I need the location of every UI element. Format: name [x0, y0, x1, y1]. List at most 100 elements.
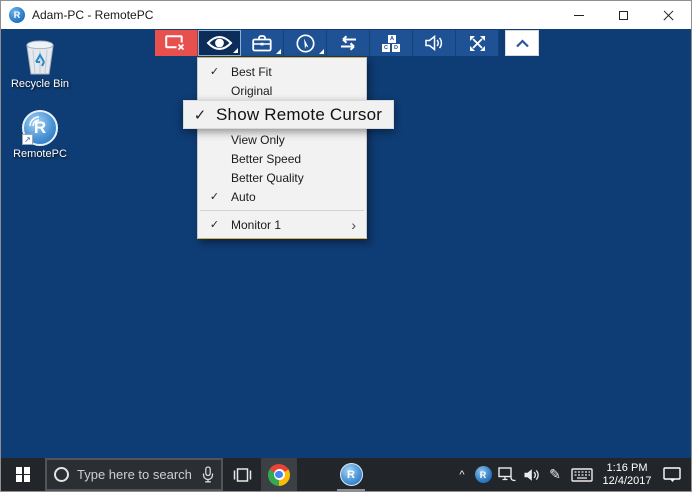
disconnect-icon — [165, 35, 187, 52]
tray-clock-button[interactable]: 1:16 PM 12/4/2017 — [597, 458, 657, 491]
chrome-icon — [268, 464, 290, 486]
dropdown-corner-indicator — [233, 48, 238, 53]
taskbar: Type here to search R — [1, 458, 691, 491]
view-options-menu: ✓ Best Fit Original View Only Better Spe… — [197, 57, 367, 239]
menu-item-label: Better Speed — [231, 152, 301, 166]
clock-date: 12/4/2017 — [603, 475, 652, 488]
desktop-icon-label: RemotePC — [7, 148, 73, 160]
windows-logo-icon — [16, 467, 31, 482]
speaker-icon — [424, 35, 444, 51]
microphone-icon[interactable] — [202, 466, 214, 483]
desktop-icon-recycle-bin[interactable]: Recycle Bin — [7, 40, 73, 90]
check-icon: ✓ — [184, 106, 216, 124]
cortana-icon — [54, 467, 69, 482]
check-icon: ✓ — [198, 190, 231, 203]
task-view-icon — [232, 467, 253, 483]
titlebar[interactable]: R Adam-PC - RemotePC — [1, 1, 691, 29]
menu-item-auto[interactable]: ✓ Auto — [198, 187, 366, 206]
recycle-bin-icon — [23, 40, 57, 76]
disconnect-button[interactable] — [155, 30, 198, 56]
maximize-button[interactable] — [601, 1, 646, 29]
minimize-button[interactable] — [556, 1, 601, 29]
collapse-toolbar-button[interactable] — [505, 30, 539, 56]
taskbar-chrome-button[interactable] — [261, 458, 297, 491]
tray-windows-ink-button[interactable]: ✎ — [543, 458, 567, 491]
system-tray: ^ R — [453, 458, 691, 491]
view-options-button[interactable] — [198, 30, 241, 56]
menu-item-label: Best Fit — [231, 65, 272, 79]
search-box[interactable]: Type here to search — [45, 458, 223, 491]
menu-item-label: Original — [231, 84, 272, 98]
remote-desktop: Recycle Bin R ↗ RemotePC — [1, 29, 691, 491]
running-app-indicator — [337, 489, 365, 491]
shortcut-arrow-icon: ↗ — [22, 134, 33, 145]
chevron-up-icon — [515, 39, 530, 48]
speaker-icon — [523, 468, 540, 482]
menu-item-view-only[interactable]: View Only — [198, 130, 366, 149]
briefcase-icon — [252, 34, 272, 52]
close-button[interactable] — [646, 1, 691, 29]
menu-item-better-speed[interactable]: Better Speed — [198, 149, 366, 168]
pen-icon: ✎ — [549, 466, 561, 483]
sound-button[interactable] — [413, 30, 456, 56]
expand-arrows-icon — [469, 35, 486, 52]
check-icon: ✓ — [198, 65, 231, 78]
clock-time: 1:16 PM — [607, 462, 648, 475]
taskbar-remotepc-button[interactable]: R — [333, 458, 369, 491]
key-d: D — [392, 44, 400, 52]
show-hidden-icons-button[interactable]: ^ — [453, 458, 471, 491]
start-button[interactable] — [1, 458, 45, 491]
menu-separator — [200, 210, 364, 211]
task-view-button[interactable] — [223, 458, 261, 491]
file-transfer-button[interactable] — [327, 30, 370, 56]
desktop-icon-remotepc[interactable]: R ↗ RemotePC — [7, 110, 73, 160]
network-icon — [498, 467, 517, 482]
session-toolbar: A C D — [155, 30, 539, 56]
action-center-icon — [663, 467, 681, 483]
dropdown-corner-indicator — [319, 49, 324, 54]
window-title: Adam-PC - RemotePC — [32, 8, 153, 22]
remotepc-app-icon: R — [9, 7, 25, 23]
remotepc-icon: R — [340, 463, 363, 486]
menu-item-label: Auto — [231, 190, 256, 204]
search-placeholder: Type here to search — [77, 467, 194, 482]
close-icon — [663, 10, 674, 21]
dropdown-corner-indicator — [276, 49, 281, 54]
key-c: C — [382, 44, 390, 52]
maximize-icon — [619, 11, 628, 20]
menu-item-monitor-1[interactable]: ✓ Monitor 1 › — [198, 215, 366, 234]
menu-item-label: View Only — [231, 133, 285, 147]
magnified-item-label: Show Remote Cursor — [216, 105, 382, 125]
remotepc-viewer-window: R Adam-PC - RemotePC Recycle Bin — [0, 0, 692, 492]
desktop-icon-label: Recycle Bin — [7, 78, 73, 90]
keyboard-icon — [571, 468, 593, 482]
key-a: A — [388, 35, 396, 43]
menu-item-label: Better Quality — [231, 171, 304, 185]
remotepc-icon: R — [475, 466, 492, 483]
tray-volume-button[interactable] — [519, 458, 543, 491]
action-center-button[interactable] — [657, 458, 687, 491]
tools-button[interactable] — [241, 30, 284, 56]
remotepc-letter: R — [14, 10, 21, 20]
check-icon: ✓ — [198, 218, 231, 231]
submenu-chevron-icon: › — [351, 218, 356, 232]
fullscreen-button[interactable] — [456, 30, 499, 56]
tray-network-button[interactable] — [495, 458, 519, 491]
window-controls — [556, 1, 691, 29]
remotepc-logo-icon: R ↗ — [22, 110, 58, 146]
tray-remotepc-icon[interactable]: R — [471, 458, 495, 491]
minimize-icon — [574, 15, 584, 16]
performance-button[interactable] — [284, 30, 327, 56]
transfer-arrows-icon — [338, 35, 359, 51]
key-combo-icon: A C D — [382, 35, 400, 52]
menu-item-original[interactable]: Original — [198, 81, 366, 100]
menu-item-better-quality[interactable]: Better Quality — [198, 168, 366, 187]
send-key-combo-button[interactable]: A C D — [370, 30, 413, 56]
eye-icon — [206, 35, 233, 51]
menu-item-label: Monitor 1 — [231, 218, 281, 232]
speed-dial-icon — [296, 34, 315, 53]
tray-touch-keyboard-button[interactable] — [567, 458, 597, 491]
menu-item-show-remote-cursor-magnified[interactable]: ✓ Show Remote Cursor — [183, 100, 394, 129]
signal-arcs-icon — [28, 115, 41, 128]
menu-item-best-fit[interactable]: ✓ Best Fit — [198, 62, 366, 81]
